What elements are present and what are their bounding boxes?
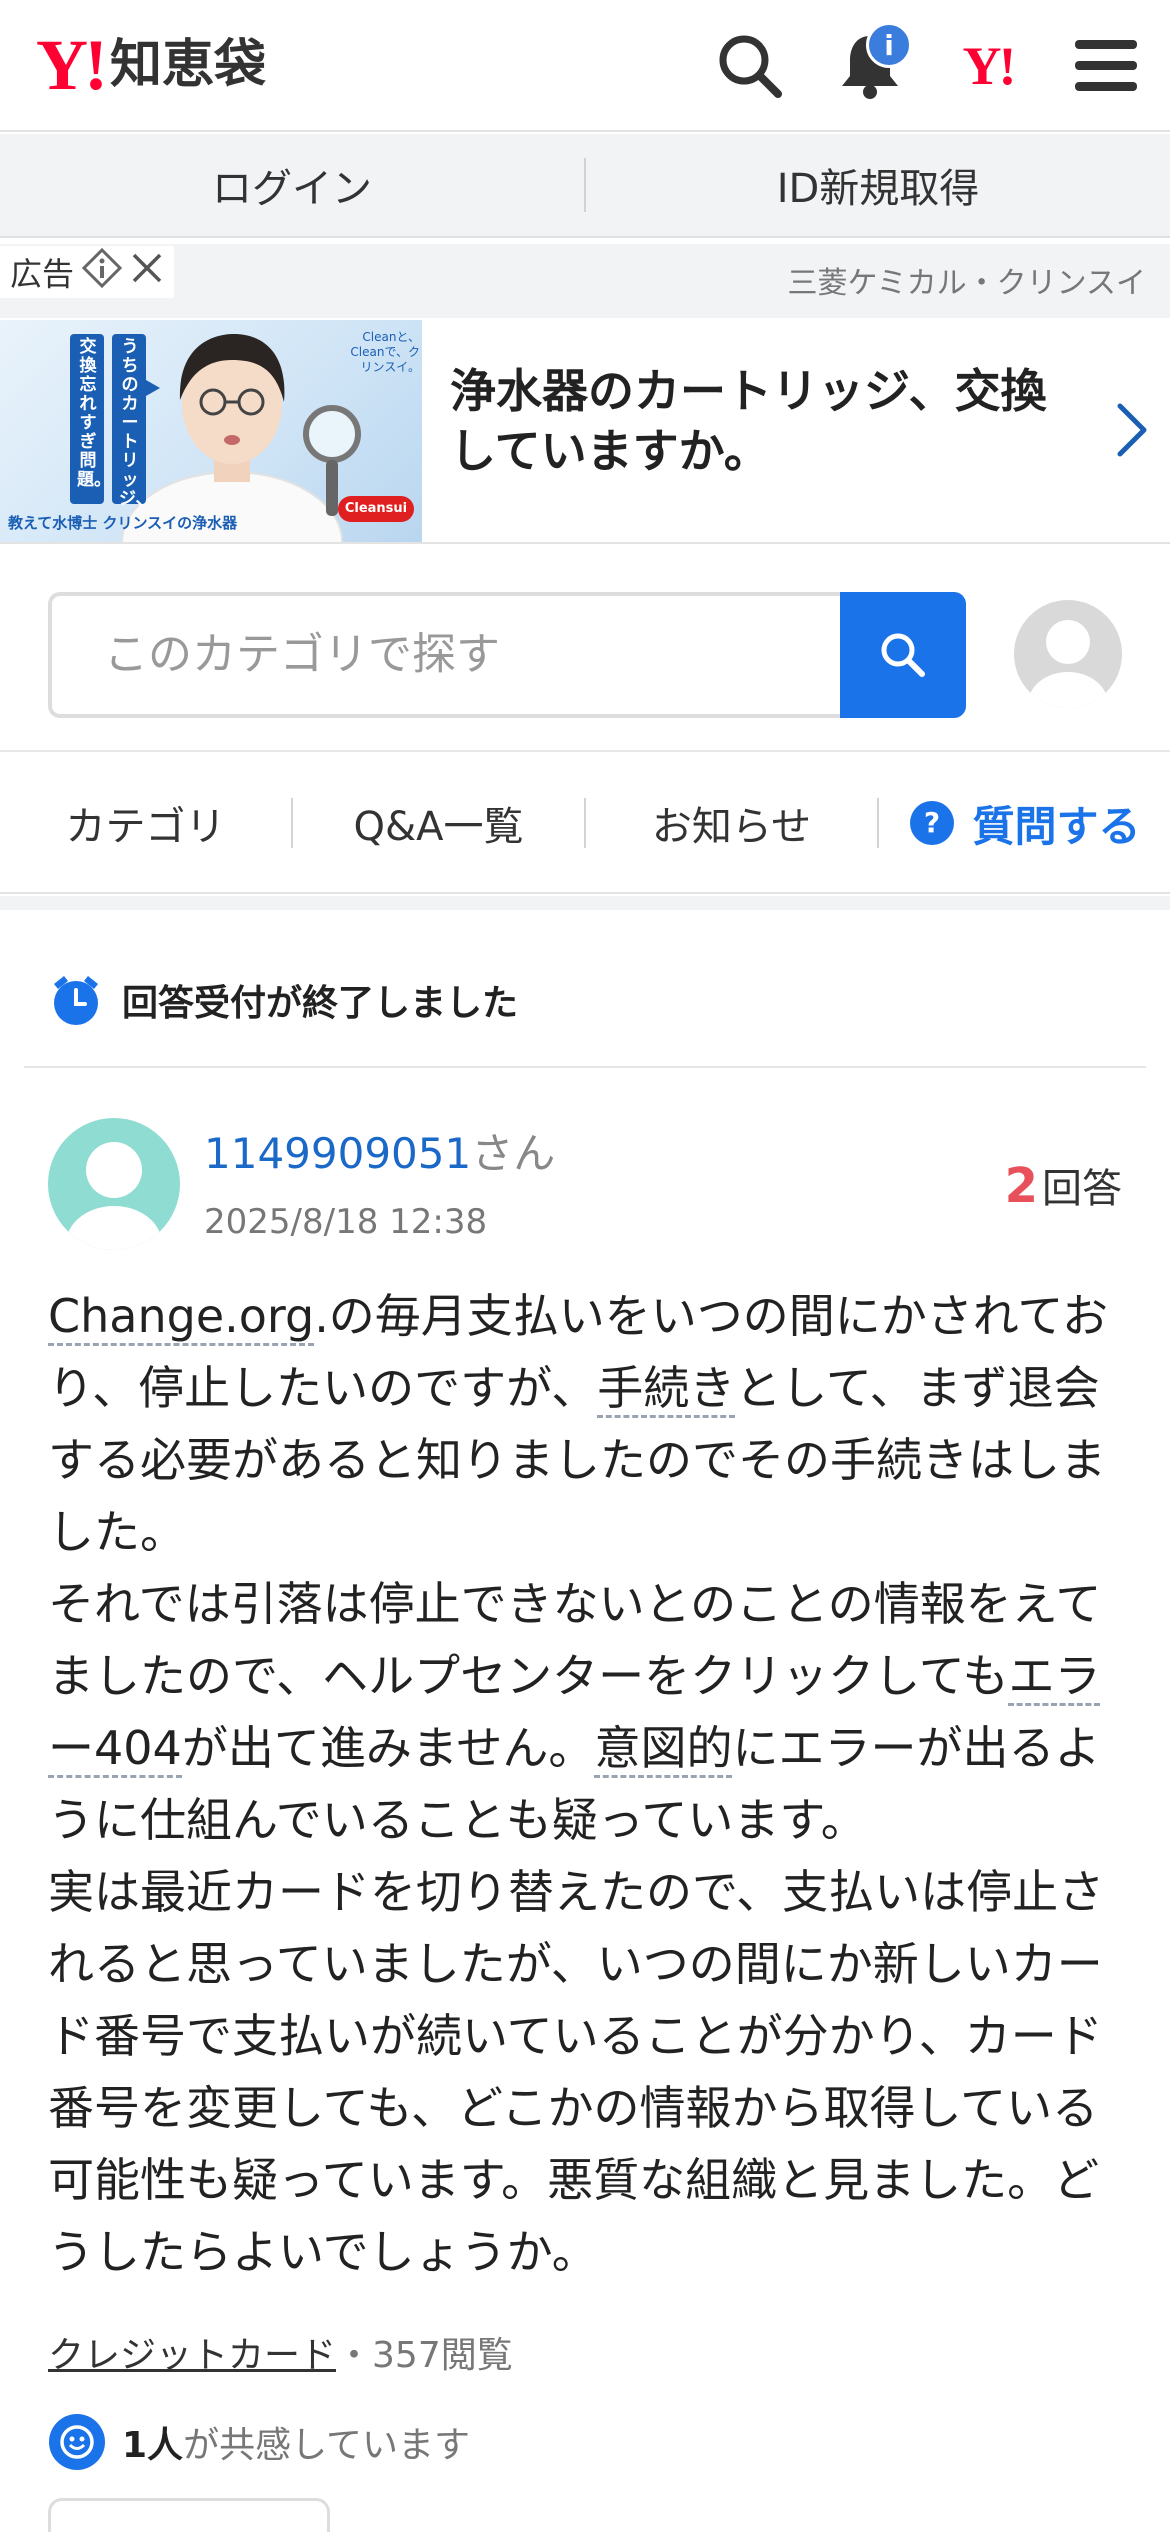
questioner-avatar[interactable] [48, 1118, 180, 1250]
ad-label-text: 広告 [10, 255, 75, 293]
user-avatar[interactable] [1014, 600, 1122, 708]
questioner-suffix: さん [471, 1129, 556, 1178]
search-input[interactable]: このカテゴリで探す [48, 592, 844, 718]
question-text: が出て進みません。 [181, 1721, 595, 1775]
divider [24, 1066, 1146, 1068]
svg-text:?: ? [924, 806, 940, 839]
answer-count-number: 2 [1004, 1158, 1038, 1214]
notification-badge: i [866, 22, 912, 68]
yahoo-japan-icon[interactable]: Y! [950, 28, 1026, 104]
category-search: このカテゴリで探す [0, 552, 1170, 752]
ad-close-icon[interactable] [130, 251, 164, 293]
nav-qa-list[interactable]: Q&A一覧 [293, 794, 584, 852]
answer-count[interactable]: 2 回答 [1005, 1156, 1122, 1214]
yahoo-chiebukuro-logo[interactable]: Y! 知恵袋 [36, 25, 266, 105]
question-date: 2025/8/18 12:38 [204, 1202, 488, 1242]
question-text: 実は最近カードを切り替えたので、支払いは停止されると思っていましたが、いつの間に… [48, 1865, 1105, 2279]
ad-headline[interactable]: 浄水器のカートリッジ、交換していますか。 [450, 362, 1090, 482]
search-button[interactable] [840, 592, 966, 718]
ad-image-brand: Cleansui [344, 501, 408, 516]
nav-notice[interactable]: お知らせ [586, 794, 877, 852]
register-link[interactable]: ID新規取得 [586, 156, 1170, 214]
ad-info-icon[interactable] [81, 247, 123, 296]
ad-sponsor: 三菱ケミカル・クリンスイ [787, 266, 1147, 301]
ad-image-caption: 教えて水博士 クリンスイの浄水器 [8, 514, 238, 532]
keyword-link[interactable]: 手続き [597, 1361, 736, 1418]
ad-label: 広告 [0, 246, 175, 298]
ad-image-slogan: Cleanと、Cleanで、クリンスイ。 [350, 330, 420, 374]
login-link[interactable]: ログイン [0, 156, 584, 214]
ad-image-vertical-2: 交換忘れすぎ問題。 [77, 337, 111, 490]
nav-category[interactable]: カテゴリ [0, 794, 291, 852]
questioner-name[interactable]: 1149909051さん [204, 1120, 555, 1181]
answers-closed-notice: 回答受付が終了しました [50, 970, 518, 1030]
question-text: それでは引落は停止できないとのことの情報をえてましたので、ヘルプセンターをクリッ… [48, 1577, 1102, 1703]
notification-bell-icon[interactable]: i [832, 22, 912, 104]
keyword-link[interactable]: Change.org [48, 1289, 315, 1346]
question-meta: クレジットカード・357閲覧 [48, 2326, 513, 2378]
ask-label: 質問する [972, 801, 1141, 851]
yj-mark: Y! [962, 36, 1017, 96]
login-bar: ログイン ID新規取得 [0, 134, 1170, 238]
empathy-text: が共感しています [183, 2425, 470, 2466]
closed-text: 回答受付が終了しました [122, 983, 519, 1024]
logo-text: 知恵袋 [109, 35, 266, 95]
keyword-link[interactable]: 意図的 [594, 1721, 733, 1778]
menu-icon[interactable] [1068, 28, 1144, 104]
questioner-id: 1149909051 [204, 1129, 472, 1178]
search-icon[interactable] [712, 28, 788, 104]
smile-icon [49, 2414, 105, 2470]
search-icon [881, 633, 925, 677]
section-gap [0, 896, 1170, 910]
answer-count-label: 回答 [1042, 1166, 1122, 1212]
ad-label-row: 広告 三菱ケミカル・クリンスイ [0, 244, 1170, 318]
question-body: Change.org.の毎月支払いをいつの間にかされており、停止したいのですが、… [48, 1280, 1128, 2288]
empathy-info: 1人が共感しています [48, 2412, 470, 2472]
view-count: 357閲覧 [372, 2335, 513, 2376]
ad-image-vertical-1: うちのカートリッジ、 [119, 337, 153, 509]
empathy-button[interactable] [48, 2498, 330, 2532]
category-link[interactable]: クレジットカード [48, 2335, 336, 2376]
question-icon: ? [910, 801, 955, 845]
chevron-right-icon[interactable] [1114, 402, 1148, 462]
meta-separator: ・ [336, 2335, 373, 2376]
ad-image[interactable]: うちのカートリッジ、 交換忘れすぎ問題。 Cleanと、Cleanで、クリンスイ… [0, 320, 422, 542]
ask-question-button[interactable]: ? 質問する [879, 793, 1170, 854]
logo-mark: Y! [36, 25, 108, 105]
alarm-clock-icon [54, 976, 98, 1025]
app-header: Y! 知恵袋 i Y! [0, 0, 1170, 132]
empathy-count: 1人 [122, 2425, 184, 2466]
ad-banner[interactable]: うちのカートリッジ、 交換忘れすぎ問題。 Cleanと、Cleanで、クリンスイ… [0, 318, 1170, 544]
category-nav: カテゴリ Q&A一覧 お知らせ ? 質問する [0, 754, 1170, 894]
